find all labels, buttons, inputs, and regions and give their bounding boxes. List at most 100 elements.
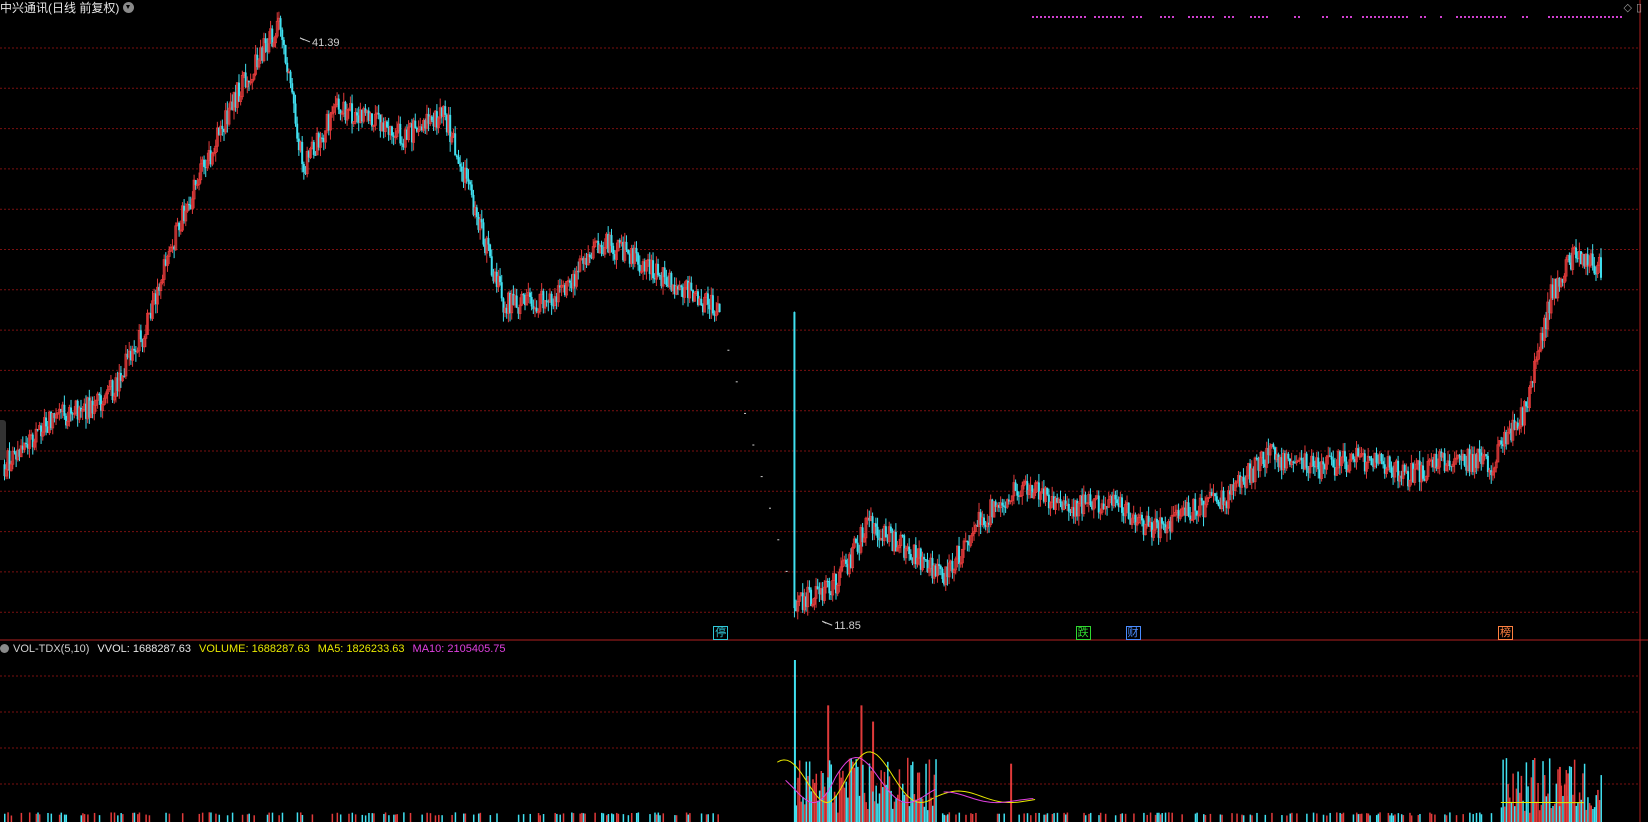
halt-price-dot	[727, 349, 730, 351]
volume-bar	[438, 814, 440, 822]
volume-bar	[1209, 813, 1212, 822]
volume-bar	[396, 814, 398, 822]
candle-body	[637, 253, 640, 265]
volume-bar	[637, 812, 640, 822]
volume-bar	[226, 815, 229, 822]
volume-bar	[627, 815, 630, 822]
candle-body	[490, 256, 493, 276]
volume-bar	[1369, 815, 1371, 822]
volume-bar	[582, 813, 585, 822]
volume-bar	[795, 805, 798, 822]
volume-bar	[1533, 757, 1536, 822]
candle-body	[568, 280, 571, 283]
volume-bar	[60, 812, 63, 822]
volume-bar	[1377, 813, 1380, 822]
expand-icon[interactable]: ▯	[1636, 1, 1642, 14]
candle-body	[399, 123, 402, 144]
volume-bar	[832, 802, 834, 822]
volume-bar	[1514, 806, 1516, 822]
volume-bar	[1562, 795, 1564, 822]
volume-bar	[539, 815, 541, 822]
event-badge[interactable]: 榜	[1498, 626, 1514, 640]
event-badge[interactable]: 财	[1125, 626, 1141, 640]
halt-price-dot	[752, 444, 755, 446]
volume-bar	[885, 784, 887, 822]
indicator-dropdown-icon[interactable]	[0, 644, 9, 653]
candle-body	[1593, 265, 1596, 274]
volume-bar	[311, 814, 314, 822]
volume-bar	[612, 814, 615, 822]
volume-bar	[393, 814, 395, 822]
volume-bar	[1367, 813, 1370, 822]
volume-bar	[888, 776, 891, 822]
volume-bar	[231, 812, 234, 822]
candle-body	[454, 133, 457, 156]
candle-body	[487, 238, 490, 245]
candle-body	[1084, 494, 1087, 504]
volume-bar	[1154, 814, 1157, 822]
volume-bar	[472, 814, 475, 822]
event-badge[interactable]: 停	[713, 626, 729, 640]
volume-bar	[1203, 814, 1205, 822]
volume-bar	[1146, 814, 1148, 822]
volume-bar	[132, 812, 134, 822]
candle-body	[455, 155, 458, 158]
volume-bar	[50, 813, 53, 822]
candle-body	[1059, 499, 1062, 504]
ma10-value: MA10: 2105405.75	[412, 643, 506, 655]
volume-bar	[1565, 770, 1568, 822]
volume-bar	[1545, 796, 1548, 822]
volume-bar	[1592, 809, 1594, 822]
volume-bar	[918, 772, 921, 822]
volume-bar	[1159, 814, 1162, 822]
volume-bar	[1528, 812, 1531, 822]
volume-header: VOL-TDX(5,10) VVOL: 1688287.63 VOLUME: 168…	[0, 642, 514, 656]
diamond-icon[interactable]: ◇	[1623, 1, 1631, 14]
volume-bar	[946, 814, 949, 822]
candle-body	[1575, 247, 1578, 259]
volume-bar	[1598, 800, 1601, 822]
candle-body	[465, 168, 468, 179]
volume-bar	[1322, 814, 1325, 822]
volume-bar	[1587, 797, 1589, 822]
volume-bar	[1530, 777, 1533, 822]
candle-body	[1155, 518, 1158, 523]
period-dropdown-icon[interactable]	[123, 2, 135, 13]
candle-body	[1591, 253, 1594, 266]
volume-bar	[339, 814, 342, 822]
stock-chart[interactable]: 41.39 11.85	[0, 0, 1648, 822]
volume-bar	[208, 812, 211, 822]
volume-bar	[868, 763, 871, 822]
candle-body	[1127, 502, 1130, 519]
volume-bar	[10, 815, 13, 822]
event-badge[interactable]: 跌	[1075, 626, 1091, 640]
candle-body	[625, 242, 628, 250]
volume-bar	[241, 814, 244, 822]
volume-bar	[882, 787, 884, 822]
candle-body	[612, 245, 615, 255]
volume-bar	[7, 812, 9, 822]
volume-bar	[87, 814, 89, 822]
volume-bar	[928, 759, 931, 822]
volume-bar	[1532, 759, 1534, 822]
volume-bar	[1582, 773, 1584, 822]
volume-bar	[479, 812, 482, 822]
volume-bar	[880, 770, 882, 822]
candle-body	[529, 292, 532, 298]
volume-bar	[622, 814, 625, 822]
volume-bar	[835, 795, 837, 822]
volume-bar	[910, 765, 912, 822]
candle-body	[294, 103, 297, 124]
candle-body	[371, 113, 374, 127]
volume-bar	[853, 767, 856, 822]
candle-body	[856, 542, 859, 552]
candle-body	[1114, 495, 1117, 500]
side-collapse-handle[interactable]	[0, 420, 6, 460]
volume-bar	[955, 814, 957, 822]
indicator-name[interactable]: VOL-TDX(5,10)	[13, 643, 89, 655]
volume-bar	[1361, 813, 1363, 822]
volume-bar	[426, 812, 428, 822]
volume-bar	[863, 792, 866, 822]
vvol-value: VVOL: 1688287.63	[97, 643, 191, 655]
volume-bar	[975, 812, 977, 822]
